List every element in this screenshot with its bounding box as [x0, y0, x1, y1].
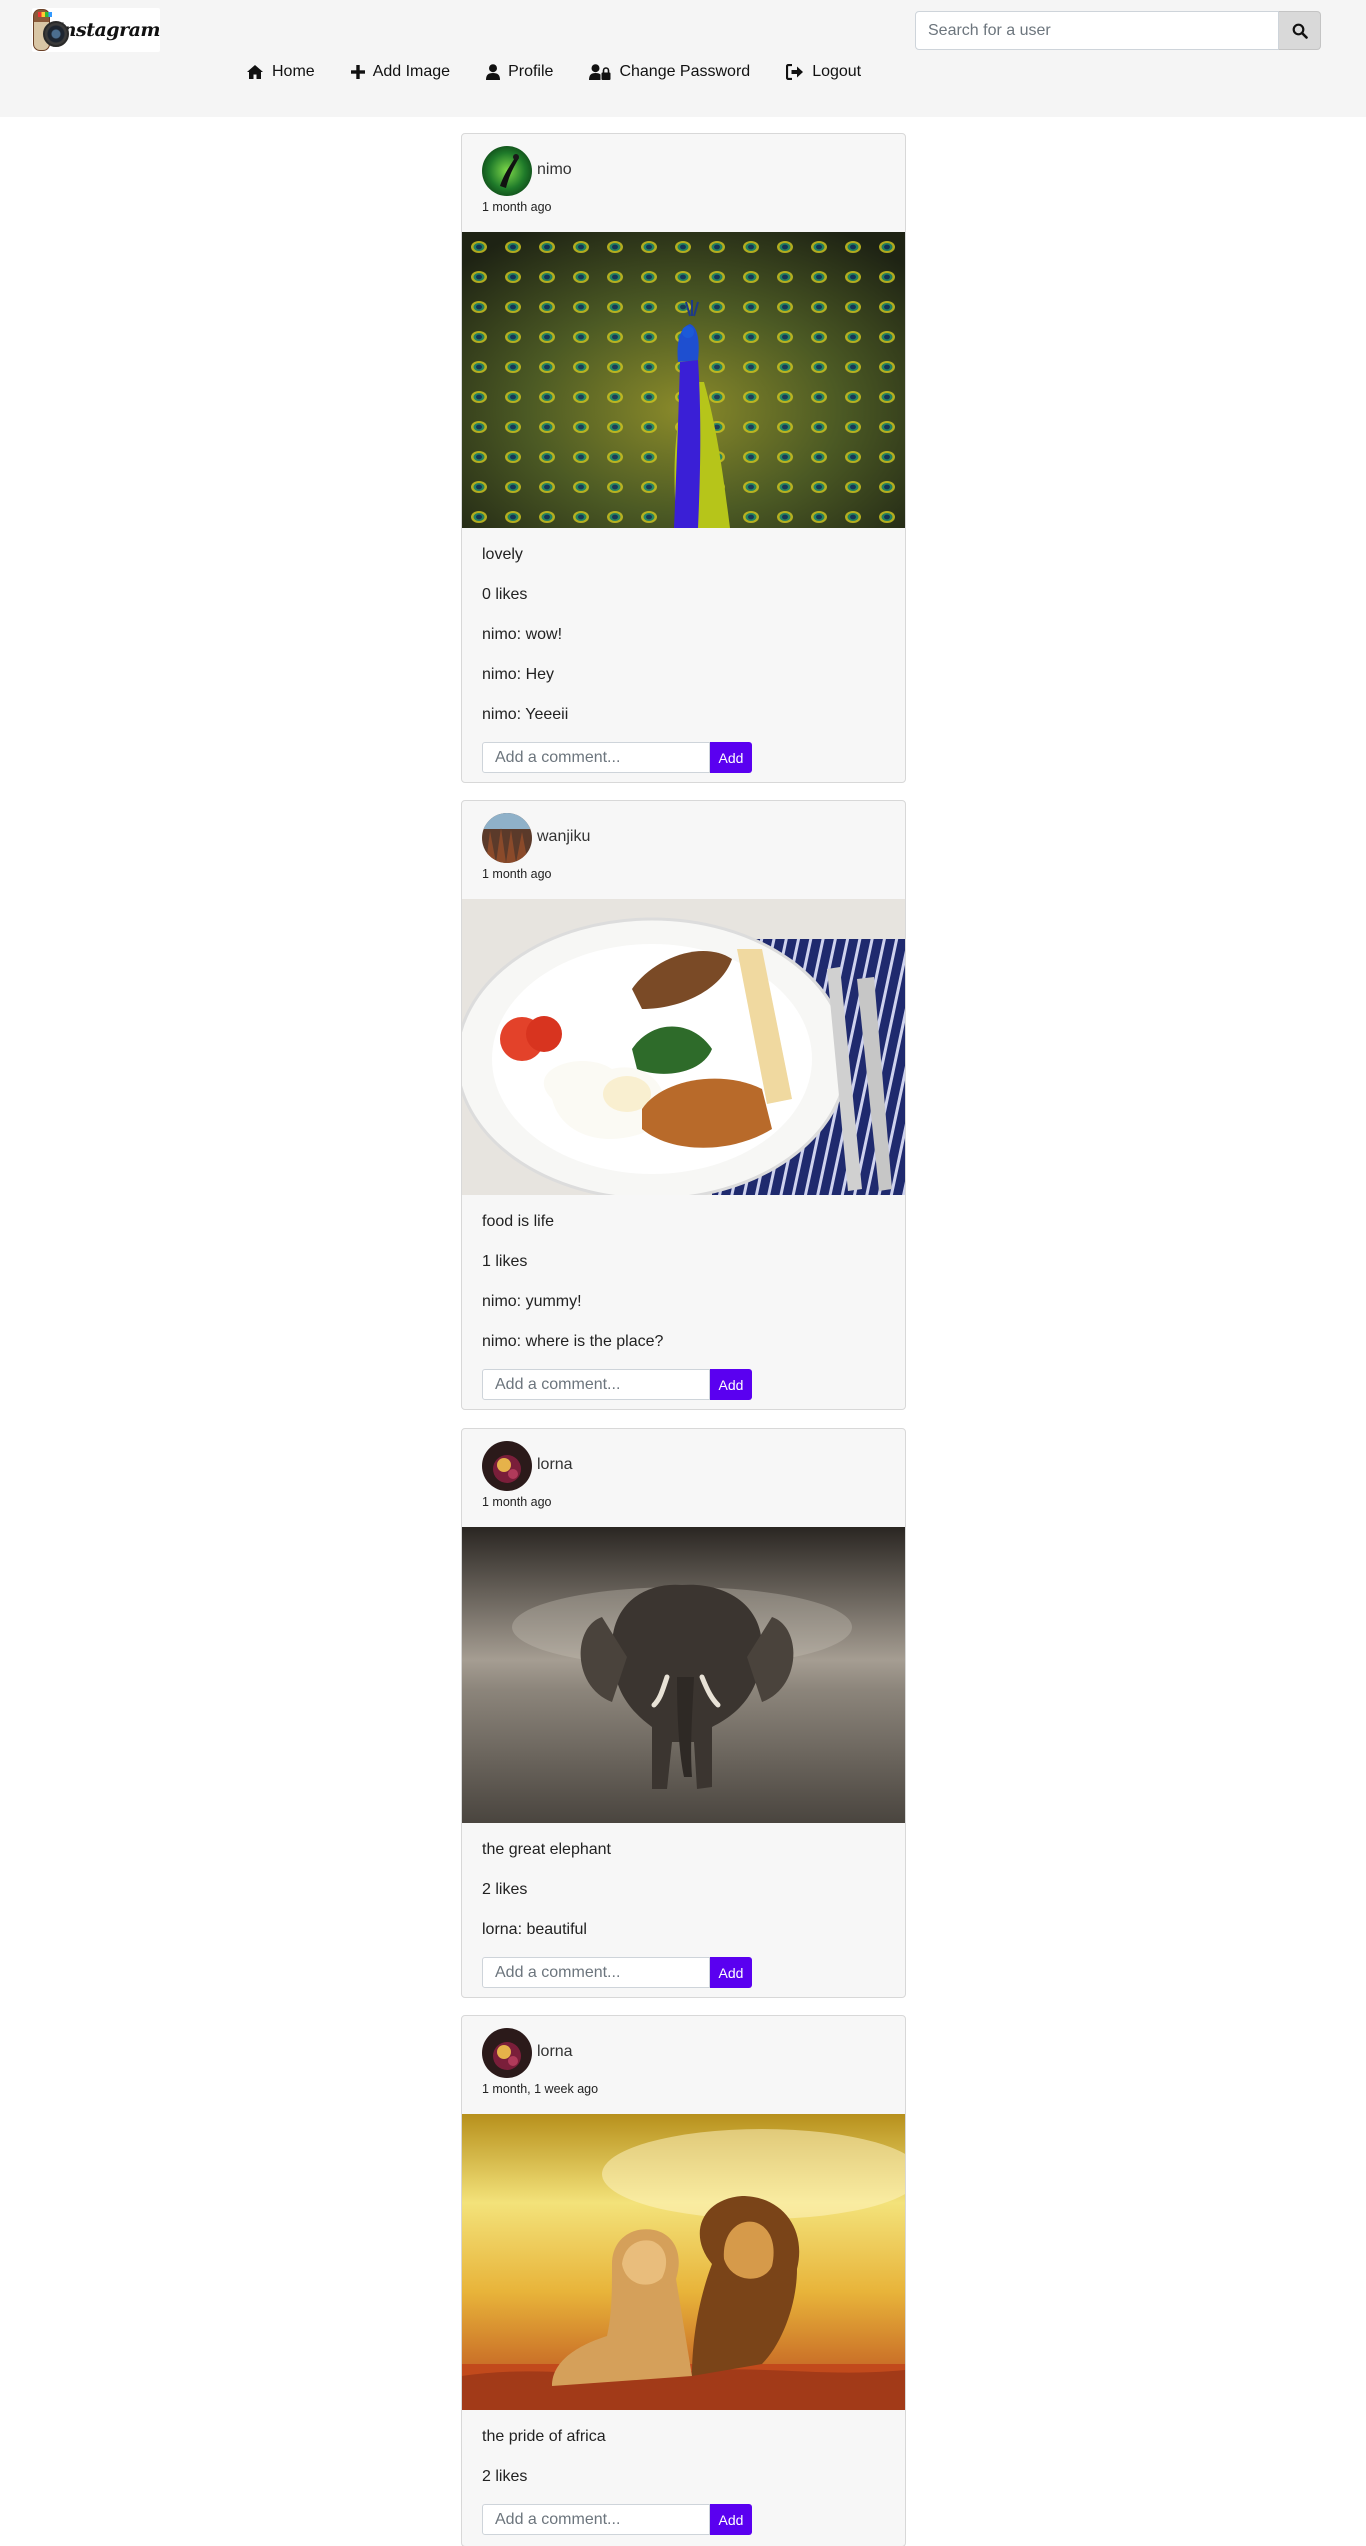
nav-home[interactable]: Home [246, 60, 315, 84]
comment: nimo: Hey [482, 666, 555, 683]
add-comment-button[interactable]: Add [710, 1369, 752, 1400]
post-image-peacock[interactable] [462, 232, 905, 528]
nav-logout-label: Logout [812, 63, 862, 80]
navbar: Instagram Home Add Image [0, 0, 1366, 117]
post-time: 1 month ago [482, 1495, 552, 1509]
avatar[interactable] [482, 2028, 532, 2078]
comment-form: Add [482, 742, 885, 773]
post-time: 1 month ago [482, 200, 552, 214]
post-body: the great elephant 2 likes lorna: beauti… [462, 1823, 905, 1997]
comment-form: Add [482, 2504, 885, 2535]
main-nav: Home Add Image Profile Change Password L… [246, 60, 897, 84]
nav-change-password[interactable]: Change Password [589, 60, 750, 84]
comment-input[interactable] [482, 1369, 710, 1400]
post-body: food is life 1 likes nimo: yummy! nimo: … [462, 1195, 905, 1409]
post-card: lorna 1 month, 1 week ago the pride of a… [461, 2015, 906, 2546]
comment: lorna: beautiful [482, 1921, 587, 1938]
comment: nimo: Yeeeii [482, 706, 569, 723]
comment-input[interactable] [482, 1957, 710, 1988]
user-icon [486, 64, 501, 80]
post-username[interactable]: lorna [537, 2043, 573, 2061]
nav-change-password-label: Change Password [619, 63, 751, 80]
post-header: lorna 1 month ago [462, 1429, 905, 1527]
add-comment-button[interactable]: Add [710, 1957, 752, 1988]
post-likes[interactable]: 1 likes [482, 1249, 885, 1289]
post-username[interactable]: wanjiku [537, 828, 590, 846]
post-likes[interactable]: 2 likes [482, 1877, 885, 1917]
plus-icon [350, 65, 365, 79]
search-button[interactable] [1279, 11, 1321, 50]
comment: nimo: wow! [482, 626, 563, 643]
post-time: 1 month ago [482, 867, 552, 881]
user-lock-icon [589, 64, 611, 80]
post-caption: the pride of africa [482, 2428, 606, 2445]
post-caption: the great elephant [482, 1841, 611, 1858]
post-header: nimo 1 month ago [462, 134, 905, 232]
post-caption: food is life [482, 1213, 555, 1230]
avatar[interactable] [482, 813, 532, 863]
post-username[interactable]: lorna [537, 1456, 573, 1474]
home-icon [247, 65, 263, 79]
nav-profile[interactable]: Profile [486, 60, 553, 84]
comment: nimo: yummy! [482, 1293, 582, 1310]
comment-input[interactable] [482, 742, 710, 773]
post-time: 1 month, 1 week ago [482, 2082, 599, 2096]
avatar[interactable] [482, 146, 532, 196]
post-image-food[interactable] [462, 899, 905, 1195]
post-header: lorna 1 month, 1 week ago [462, 2016, 905, 2114]
post-likes[interactable]: 0 likes [482, 582, 885, 622]
brand-logo[interactable]: Instagram [32, 8, 160, 52]
post-caption: lovely [482, 546, 523, 563]
add-comment-button[interactable]: Add [710, 2504, 752, 2535]
nav-profile-label: Profile [508, 63, 554, 80]
search-icon [1292, 23, 1308, 39]
nav-add-image-label: Add Image [372, 63, 451, 80]
post-card: nimo 1 month ago lovely 0 likes nimo: wo… [461, 133, 906, 783]
post-username[interactable]: nimo [537, 161, 572, 179]
comment-form: Add [482, 1369, 885, 1400]
search-input[interactable] [915, 11, 1279, 50]
nav-add-image[interactable]: Add Image [350, 60, 451, 84]
post-image-elephant[interactable] [462, 1527, 905, 1823]
nav-logout[interactable]: Logout [786, 60, 861, 84]
post-image-lions[interactable] [462, 2114, 905, 2410]
post-header: wanjiku 1 month ago [462, 801, 905, 899]
post-likes[interactable]: 2 likes [482, 2464, 885, 2504]
camera-logo-icon [33, 9, 70, 51]
comment-input[interactable] [482, 2504, 710, 2535]
post-card: lorna 1 month ago the great elephant 2 l… [461, 1428, 906, 1998]
post-body: lovely 0 likes nimo: wow! nimo: Hey nimo… [462, 528, 905, 782]
avatar[interactable] [482, 1441, 532, 1491]
add-comment-button[interactable]: Add [710, 742, 752, 773]
post-body: the pride of africa 2 likes Add [462, 2410, 905, 2546]
comment: nimo: where is the place? [482, 1333, 664, 1350]
nav-home-label: Home [272, 63, 315, 80]
brand-name: Instagram [54, 19, 160, 41]
search-form [915, 11, 1321, 50]
comment-form: Add [482, 1957, 885, 1988]
sign-out-icon [786, 64, 804, 80]
post-card: wanjiku 1 month ago food is life 1 likes… [461, 800, 906, 1410]
